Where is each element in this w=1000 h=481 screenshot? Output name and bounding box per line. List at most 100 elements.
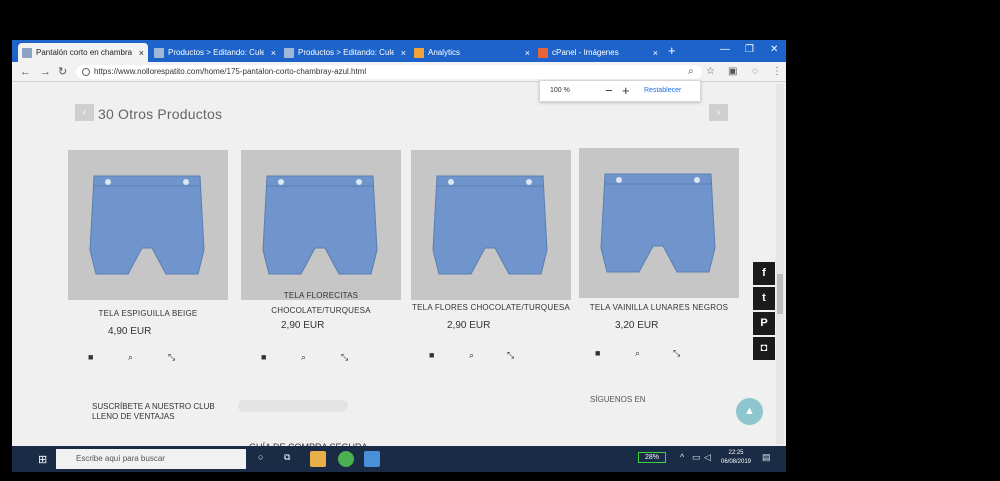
expand-icon[interactable]: ⤡ — [341, 352, 348, 363]
volume-icon[interactable]: ◁ — [704, 452, 711, 463]
tab-productos-2[interactable]: Productos > Editando: Culetín × — [280, 43, 410, 62]
sync-icon[interactable]: ◌ — [752, 65, 758, 79]
cpanel-icon — [538, 47, 548, 58]
zoom-reset-button[interactable]: Restablecer — [644, 87, 681, 94]
cart-icon[interactable]: ■ — [88, 352, 93, 362]
back-icon[interactable]: ← — [20, 65, 31, 79]
taskbar-search-input[interactable]: Escribe aquí para buscar — [56, 449, 246, 469]
close-icon[interactable]: × — [525, 48, 530, 58]
browser-toolbar: ← → ↻ https://www.nollorespatito.com/hom… — [12, 62, 786, 82]
cart-icon[interactable]: ■ — [261, 352, 266, 362]
shorts-image — [89, 175, 205, 275]
maximize-icon[interactable]: ❐ — [745, 43, 754, 57]
product-price: 3,20 EUR — [615, 320, 659, 331]
tab-title: Productos > Editando: Culetín — [298, 48, 394, 57]
facebook-icon[interactable]: f — [753, 262, 775, 285]
taskbar: ⊞ Escribe aquí para buscar ○ ⧉ 28% ^ ▭ ◁… — [12, 446, 786, 472]
clock-date: 06/08/2019 — [720, 459, 752, 465]
product-price: 2,90 EUR — [447, 320, 491, 331]
window-close-icon[interactable]: ✕ — [770, 43, 778, 57]
address-bar[interactable]: https://www.nollorespatito.com/home/175-… — [76, 65, 702, 79]
shorts-image — [600, 173, 716, 273]
browser-tab-strip: Pantalón corto en chambray a × Productos… — [12, 40, 786, 62]
twitter-icon[interactable]: t — [753, 287, 775, 310]
product-image[interactable] — [68, 150, 228, 300]
tab-analytics[interactable]: Analytics × — [410, 43, 534, 62]
scrollbar-thumb[interactable] — [777, 274, 783, 314]
cart-icon[interactable]: ■ — [429, 350, 434, 360]
search-icon[interactable]: ⌕ — [469, 350, 474, 361]
network-icon[interactable]: ▭ — [692, 452, 701, 463]
tab-pantalon[interactable]: Pantalón corto en chambray a × — [18, 43, 148, 62]
task-view-icon[interactable]: ⧉ — [284, 452, 290, 463]
newsletter-heading: SUSCRÍBETE A NUESTRO CLUB LLENO DE VENTA… — [92, 402, 215, 421]
zoom-value: 100 % — [550, 87, 570, 94]
url-text: https://www.nollorespatito.com/home/175-… — [94, 67, 367, 76]
forward-icon[interactable]: → — [40, 65, 51, 79]
pinterest-icon[interactable]: P — [753, 312, 775, 335]
newsletter-email-field[interactable] — [238, 400, 348, 412]
expand-icon[interactable]: ⤡ — [507, 350, 514, 361]
search-icon[interactable]: ⌕ — [635, 348, 640, 359]
tab-title: Productos > Editando: Culetín — [168, 48, 264, 57]
analytics-icon — [414, 47, 424, 58]
expand-icon[interactable]: ⤡ — [168, 352, 175, 363]
product-price: 4,90 EUR — [108, 326, 152, 337]
store-icon[interactable] — [310, 451, 326, 467]
tab-productos-1[interactable]: Productos > Editando: Culetín × — [150, 43, 280, 62]
reload-icon[interactable]: ↻ — [58, 65, 67, 79]
search-icon[interactable]: ⌕ — [128, 352, 133, 363]
menu-icon[interactable]: ⋮ — [772, 65, 782, 79]
shorts-image — [432, 175, 548, 275]
product-price: 2,90 EUR — [281, 320, 325, 331]
taskbar-search-placeholder: Escribe aquí para buscar — [76, 454, 165, 463]
carousel-next-button[interactable]: › — [709, 104, 728, 121]
instagram-icon[interactable]: ◘ — [753, 337, 775, 360]
close-icon[interactable]: × — [139, 48, 144, 58]
cortana-icon[interactable]: ○ — [258, 452, 263, 462]
product-image[interactable] — [411, 150, 571, 300]
product-name[interactable]: TELA FLORECITAS CHOCOLATE/TURQUESA — [236, 288, 406, 318]
zoom-out-button[interactable]: − — [605, 83, 613, 98]
star-icon[interactable]: ☆ — [706, 65, 715, 79]
tab-favicon — [154, 47, 164, 58]
new-tab-button[interactable]: + — [668, 43, 676, 59]
scroll-top-button[interactable]: ▲ — [736, 398, 763, 425]
product-image[interactable] — [579, 148, 739, 298]
close-icon[interactable]: × — [653, 48, 658, 58]
follow-us-label: SÍGUENOS EN — [590, 395, 646, 404]
shorts-image — [262, 175, 378, 275]
windows-start-icon[interactable]: ⊞ — [38, 453, 47, 466]
tab-title: Pantalón corto en chambray a — [36, 48, 132, 57]
zoom-icon[interactable]: ⌕ — [688, 65, 694, 79]
battery-indicator[interactable]: 28% — [638, 452, 666, 463]
tab-cpanel[interactable]: cPanel - Imágenes × — [534, 43, 662, 62]
tab-favicon — [284, 47, 294, 58]
zoom-in-button[interactable]: + — [622, 83, 630, 98]
cart-icon[interactable]: ■ — [595, 348, 600, 358]
page-content: ‹ 30 Otros Productos › TELA ESPIGUILLA B… — [12, 82, 786, 452]
carousel-prev-button[interactable]: ‹ — [75, 104, 94, 121]
tray-chevron-icon[interactable]: ^ — [680, 452, 684, 462]
explorer-icon[interactable] — [364, 451, 380, 467]
screen: Pantalón corto en chambray a × Productos… — [12, 40, 786, 472]
expand-icon[interactable]: ⤡ — [673, 348, 680, 359]
extension-icon[interactable]: ▣ — [728, 65, 737, 79]
page-scrollbar[interactable] — [776, 84, 784, 444]
tab-title: Analytics — [428, 48, 461, 57]
close-icon[interactable]: × — [401, 48, 406, 58]
minimize-icon[interactable]: — — [720, 43, 730, 57]
social-sidebar: f t P ◘ — [753, 262, 775, 362]
search-icon[interactable]: ⌕ — [301, 352, 306, 363]
info-icon[interactable] — [82, 68, 90, 76]
tab-title: cPanel - Imágenes — [552, 48, 619, 57]
product-name[interactable]: TELA VAINILLA LUNARES NEGROS — [574, 300, 744, 315]
notifications-icon[interactable]: ▤ — [762, 452, 771, 463]
chrome-icon[interactable] — [338, 451, 354, 467]
product-name[interactable]: TELA FLORES CHOCOLATE/TURQUESA — [406, 300, 576, 315]
product-image[interactable] — [241, 150, 401, 300]
product-name[interactable]: TELA ESPIGUILLA BEIGE — [63, 306, 233, 321]
clock[interactable]: 22:25 06/08/2019 — [716, 449, 756, 467]
section-title: 30 Otros Productos — [98, 106, 223, 122]
close-icon[interactable]: × — [271, 48, 276, 58]
